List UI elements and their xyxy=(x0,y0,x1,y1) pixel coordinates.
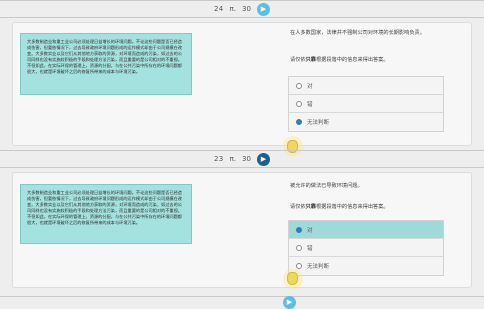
play-icon[interactable]: ▶ xyxy=(283,296,296,309)
radio-icon[interactable] xyxy=(296,82,302,89)
option-cannot-say[interactable]: 无法判断 xyxy=(289,113,443,131)
question-stem: 在人多数国家，法律并不强制公司对环境的长期影响负责。 xyxy=(290,30,425,36)
question-stem: 被允许的做法已导致环境问题。 xyxy=(290,183,363,189)
radio-selected-icon[interactable] xyxy=(296,119,302,125)
option-label: 对 xyxy=(307,227,313,234)
instruction-prefix: 请仅依 xyxy=(290,204,306,210)
option-cannot-say[interactable]: 无法判断 xyxy=(289,257,443,275)
question-number: 23 xyxy=(214,155,224,163)
radio-icon[interactable] xyxy=(296,100,302,107)
option-label: 错 xyxy=(307,245,313,252)
option-false[interactable]: 错 xyxy=(289,239,443,257)
section-divider xyxy=(0,150,484,151)
bottom-divider xyxy=(0,296,484,297)
question-header: 24 π. 30 ▶ xyxy=(0,2,484,16)
instruction-prefix: 请仅依 xyxy=(290,57,306,63)
hand-cursor-icon xyxy=(287,272,298,285)
answer-options: 对 错 无法判断 xyxy=(288,76,444,132)
instruction-emphasis: 只靠 xyxy=(305,204,316,210)
option-label: 无法判断 xyxy=(307,120,330,126)
question-total: 30 xyxy=(242,5,251,13)
instruction-suffix: 根据段落中的信息来得出答案。 xyxy=(315,204,389,210)
question-instruction: 请仅依只靠根据段落中的信息来得出答案。 xyxy=(290,203,465,210)
option-label: 无法判断 xyxy=(307,264,330,270)
top-divider xyxy=(0,0,484,1)
instruction-suffix: 根据段落中的信息来得出答案。 xyxy=(315,57,389,63)
question-separator: π. xyxy=(229,5,237,13)
reading-passage: 大多数制造业和重工业公司必须处理日益增长的环境问题。不论这些问题是否已经造成伤害… xyxy=(20,184,192,244)
radio-icon[interactable] xyxy=(296,263,302,269)
header-divider xyxy=(0,167,484,168)
option-false[interactable]: 错 xyxy=(289,95,443,113)
question-number: 24 xyxy=(214,5,224,13)
option-label: 对 xyxy=(307,83,313,90)
option-true[interactable]: 对 xyxy=(289,77,443,95)
play-icon[interactable]: ▶ xyxy=(256,152,270,166)
reading-passage: 大多数制造业和重工业公司必须处理日益增长的环境问题。不论这些问题是否已经造成伤害… xyxy=(20,33,192,95)
option-label: 错 xyxy=(307,101,313,108)
question-instruction: 请仅依只靠根据段落中的信息来得出答案。 xyxy=(290,56,465,63)
question-total: 30 xyxy=(242,155,251,163)
radio-icon[interactable] xyxy=(296,244,302,251)
question-separator: π. xyxy=(229,155,237,163)
option-true[interactable]: 对 xyxy=(289,221,443,239)
play-icon[interactable]: ▶ xyxy=(256,2,270,16)
answer-options: 对 错 无法判断 xyxy=(288,220,444,276)
question-header: 23 π. 30 ▶ xyxy=(0,152,484,166)
instruction-emphasis: 只靠 xyxy=(305,57,316,63)
header-divider xyxy=(0,17,484,18)
radio-selected-icon[interactable] xyxy=(296,226,302,233)
